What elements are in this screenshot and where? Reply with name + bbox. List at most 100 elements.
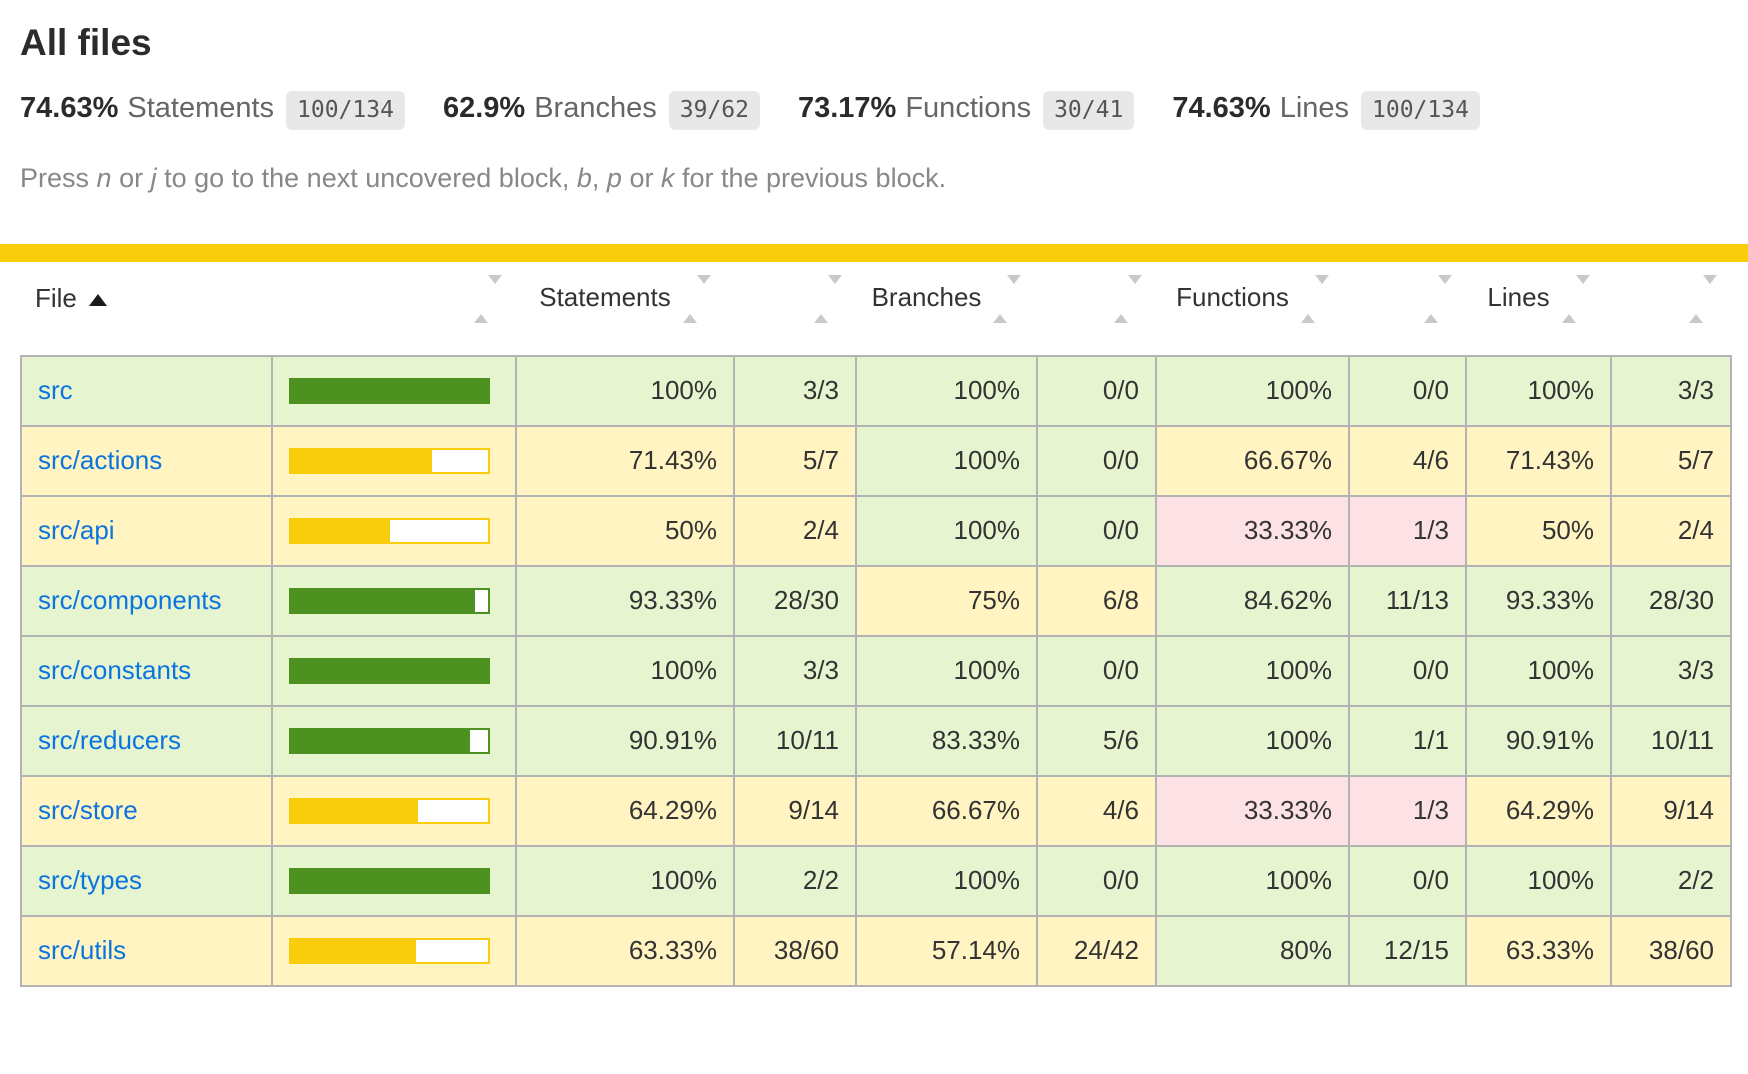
coverage-bar-fill [291, 520, 390, 542]
branches-fraction-cell: 0/0 [1037, 356, 1156, 426]
functions-fraction-cell: 0/0 [1349, 846, 1466, 916]
caret-down-icon [697, 275, 711, 314]
file-link[interactable]: src/components [38, 585, 222, 615]
file-link[interactable]: src/actions [38, 445, 162, 475]
file-cell: src/store [21, 776, 272, 846]
column-header-label: Lines [1487, 282, 1549, 312]
table-row: src/reducers90.91%10/1183.33%5/6100%1/19… [21, 706, 1731, 776]
file-link[interactable]: src/constants [38, 655, 191, 685]
caret-up-icon [993, 284, 1007, 323]
functions-fraction-cell: 11/13 [1349, 566, 1466, 636]
coverage-bar-fill [291, 940, 416, 962]
functions-pct-cell: 100% [1156, 846, 1349, 916]
summary-label: Lines [1280, 92, 1349, 124]
branches-pct-cell: 75% [856, 566, 1037, 636]
statements-fraction-cell: 38/60 [734, 916, 856, 986]
branches-fraction-cell: 24/42 [1037, 916, 1156, 986]
chart-cell [272, 776, 516, 846]
caret-up-icon [1689, 284, 1703, 323]
branches-pct-cell: 66.67% [856, 776, 1037, 846]
caret-down-icon [1703, 275, 1717, 314]
column-header-sorter[interactable] [1611, 262, 1731, 356]
functions-fraction-cell: 4/6 [1349, 426, 1466, 496]
file-cell: src/api [21, 496, 272, 566]
branches-pct-cell: 100% [856, 496, 1037, 566]
table-row: src/constants100%3/3100%0/0100%0/0100%3/… [21, 636, 1731, 706]
lines-fraction-cell: 38/60 [1611, 916, 1731, 986]
column-header-label: Functions [1176, 282, 1289, 312]
sort-icon [814, 284, 842, 315]
file-cell: src/components [21, 566, 272, 636]
caret-down-icon [1576, 275, 1590, 314]
shortcut-key: j [151, 163, 157, 193]
branches-fraction-cell: 6/8 [1037, 566, 1156, 636]
file-cell: src/types [21, 846, 272, 916]
branches-fraction-cell: 0/0 [1037, 496, 1156, 566]
column-header-label: Statements [539, 282, 671, 312]
column-header-sorter[interactable] [734, 262, 856, 356]
statements-pct-cell: 93.33% [516, 566, 734, 636]
column-header-statements[interactable]: Statements [516, 262, 734, 356]
coverage-bar [289, 378, 490, 404]
functions-pct-cell: 80% [1156, 916, 1349, 986]
column-header-lines[interactable]: Lines [1466, 262, 1611, 356]
lines-pct-cell: 93.33% [1466, 566, 1611, 636]
caret-up-icon [814, 284, 828, 323]
chart-cell [272, 356, 516, 426]
file-cell: src/actions [21, 426, 272, 496]
lines-fraction-cell: 9/14 [1611, 776, 1731, 846]
lines-pct-cell: 64.29% [1466, 776, 1611, 846]
file-cell: src [21, 356, 272, 426]
caret-down-icon [1007, 275, 1021, 314]
chart-cell [272, 426, 516, 496]
coverage-bar-fill [291, 380, 488, 402]
functions-fraction-cell: 1/1 [1349, 706, 1466, 776]
branches-pct-cell: 57.14% [856, 916, 1037, 986]
caret-up-icon [1301, 284, 1315, 323]
sort-icon [1689, 284, 1717, 315]
coverage-bar [289, 728, 490, 754]
page-title: All files [20, 22, 1728, 64]
caret-up-icon [1562, 284, 1576, 323]
sort-asc-icon [89, 294, 107, 306]
coverage-bar [289, 658, 490, 684]
file-link[interactable]: src/types [38, 865, 142, 895]
summary-fraction-badge: 30/41 [1043, 91, 1134, 130]
branches-pct-cell: 100% [856, 426, 1037, 496]
coverage-bar-fill [291, 450, 432, 472]
coverage-bar-fill [291, 730, 470, 752]
file-cell: src/constants [21, 636, 272, 706]
column-header-sorter[interactable] [1037, 262, 1156, 356]
column-header-branches[interactable]: Branches [856, 262, 1037, 356]
statements-pct-cell: 100% [516, 846, 734, 916]
file-link[interactable]: src [38, 375, 73, 405]
branches-pct-cell: 100% [856, 356, 1037, 426]
summary-percent: 74.63% [20, 92, 118, 124]
caret-up-icon [683, 284, 697, 323]
file-link[interactable]: src/reducers [38, 725, 181, 755]
caret-down-icon [1438, 275, 1452, 314]
coverage-bar-fill [291, 800, 418, 822]
summary-percent: 73.17% [798, 92, 896, 124]
file-cell: src/utils [21, 916, 272, 986]
coverage-bar-fill [291, 590, 475, 612]
column-header-sorter[interactable] [272, 262, 516, 356]
column-header-sorter[interactable] [1349, 262, 1466, 356]
column-header-functions[interactable]: Functions [1156, 262, 1349, 356]
coverage-bar [289, 588, 490, 614]
branches-fraction-cell: 0/0 [1037, 846, 1156, 916]
file-link[interactable]: src/store [38, 795, 138, 825]
file-cell: src/reducers [21, 706, 272, 776]
file-link[interactable]: src/api [38, 515, 115, 545]
statements-pct-cell: 50% [516, 496, 734, 566]
lines-pct-cell: 63.33% [1466, 916, 1611, 986]
lines-pct-cell: 100% [1466, 846, 1611, 916]
file-link[interactable]: src/utils [38, 935, 126, 965]
summary-fraction-badge: 100/134 [286, 91, 405, 130]
branches-pct-cell: 83.33% [856, 706, 1037, 776]
column-header-file[interactable]: File [21, 262, 272, 356]
coverage-status-line [0, 244, 1748, 262]
sort-icon [474, 284, 502, 315]
summary-label: Statements [127, 92, 274, 124]
lines-pct-cell: 90.91% [1466, 706, 1611, 776]
